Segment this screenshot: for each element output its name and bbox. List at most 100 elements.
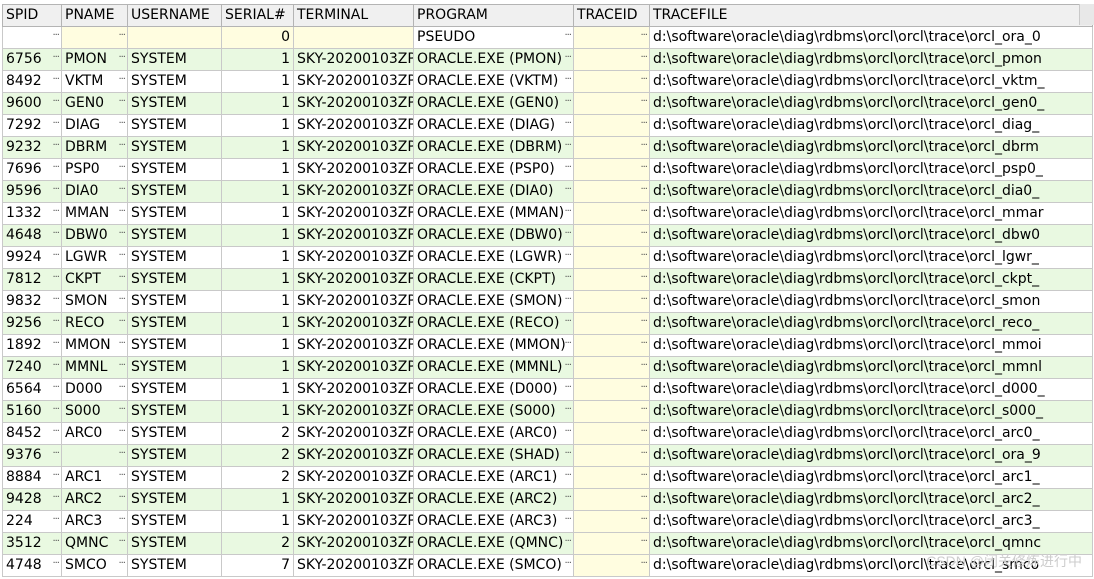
ellipsis-icon[interactable]: ... bbox=[118, 28, 125, 44]
ellipsis-icon[interactable]: ... bbox=[52, 160, 59, 176]
cell-username[interactable]: SYSTEM bbox=[127, 510, 222, 533]
cell-terminal[interactable]: SKY-20200103ZPL bbox=[293, 312, 414, 335]
cell-tracefile[interactable]: d:\software\oracle\diag\rdbms\orcl\orcl\… bbox=[649, 158, 1093, 181]
cell-terminal[interactable]: SKY-20200103ZPL bbox=[293, 532, 414, 555]
cell-terminal[interactable]: SKY-20200103ZPL bbox=[293, 554, 414, 577]
ellipsis-icon[interactable]: ... bbox=[118, 468, 125, 484]
cell-program[interactable]: ORACLE.EXE (MMAN)... bbox=[413, 202, 574, 225]
cell-spid[interactable]: 9832... bbox=[2, 290, 62, 313]
table-row[interactable]: 5160... S000... SYSTEM 1 SKY-20200103ZPL ORAC… bbox=[2, 400, 1093, 423]
cell-tracefile[interactable]: d:\software\oracle\diag\rdbms\orcl\orcl\… bbox=[649, 378, 1093, 401]
ellipsis-icon[interactable]: ... bbox=[118, 72, 125, 88]
ellipsis-icon[interactable]: ... bbox=[118, 248, 125, 264]
cell-program[interactable]: ORACLE.EXE (DBW0)... bbox=[413, 224, 574, 247]
cell-traceid[interactable]: ... bbox=[573, 224, 650, 247]
cell-username[interactable]: SYSTEM bbox=[127, 290, 222, 313]
cell-pname[interactable]: PMON... bbox=[61, 48, 128, 71]
ellipsis-icon[interactable]: ... bbox=[640, 490, 647, 506]
ellipsis-icon[interactable]: ... bbox=[564, 556, 571, 572]
ellipsis-icon[interactable]: ... bbox=[52, 468, 59, 484]
cell-pname[interactable]: ARC1... bbox=[61, 466, 128, 489]
cell-pname[interactable]: ARC3... bbox=[61, 510, 128, 533]
ellipsis-icon[interactable]: ... bbox=[52, 248, 59, 264]
ellipsis-icon[interactable]: ... bbox=[564, 28, 571, 44]
cell-terminal[interactable]: SKY-20200103ZPL bbox=[293, 224, 414, 247]
cell-spid[interactable]: 8492... bbox=[2, 70, 62, 93]
cell-terminal[interactable]: SKY-20200103ZPL bbox=[293, 510, 414, 533]
column-header-serial[interactable]: SERIAL# bbox=[221, 4, 294, 27]
cell-pname[interactable]: GEN0... bbox=[61, 92, 128, 115]
cell-terminal[interactable]: SKY-20200103ZPL bbox=[293, 114, 414, 137]
cell-terminal[interactable]: SKY-20200103ZPL bbox=[293, 70, 414, 93]
cell-spid[interactable]: 9376... bbox=[2, 444, 62, 467]
ellipsis-icon[interactable]: ... bbox=[640, 292, 647, 308]
table-row[interactable]: 9256... RECO... SYSTEM 1 SKY-20200103ZPL ORAC… bbox=[2, 312, 1093, 335]
cell-serial[interactable]: 1 bbox=[221, 334, 294, 357]
column-header-program[interactable]: PROGRAM bbox=[413, 4, 574, 27]
ellipsis-icon[interactable]: ... bbox=[564, 534, 571, 550]
cell-pname[interactable]: ... bbox=[61, 26, 128, 49]
table-row[interactable]: 9232... DBRM... SYSTEM 1 SKY-20200103ZPL ORAC… bbox=[2, 136, 1093, 159]
cell-tracefile[interactable]: d:\software\oracle\diag\rdbms\orcl\orcl\… bbox=[649, 290, 1093, 313]
cell-program[interactable]: ORACLE.EXE (PMON)... bbox=[413, 48, 574, 71]
cell-tracefile[interactable]: d:\software\oracle\diag\rdbms\orcl\orcl\… bbox=[649, 422, 1093, 445]
ellipsis-icon[interactable]: ... bbox=[640, 248, 647, 264]
cell-serial[interactable]: 1 bbox=[221, 488, 294, 511]
cell-program[interactable]: ORACLE.EXE (ARC2)... bbox=[413, 488, 574, 511]
ellipsis-icon[interactable]: ... bbox=[52, 534, 59, 550]
cell-program[interactable]: ORACLE.EXE (DIA0)... bbox=[413, 180, 574, 203]
ellipsis-icon[interactable]: ... bbox=[640, 72, 647, 88]
cell-traceid[interactable]: ... bbox=[573, 48, 650, 71]
cell-username[interactable]: SYSTEM bbox=[127, 554, 222, 577]
cell-tracefile[interactable]: d:\software\oracle\diag\rdbms\orcl\orcl\… bbox=[649, 554, 1093, 577]
cell-traceid[interactable]: ... bbox=[573, 334, 650, 357]
table-row[interactable]: 7292... DIAG... SYSTEM 1 SKY-20200103ZPL ORAC… bbox=[2, 114, 1093, 137]
ellipsis-icon[interactable]: ... bbox=[640, 314, 647, 330]
cell-terminal[interactable]: SKY-20200103ZPL bbox=[293, 400, 414, 423]
ellipsis-icon[interactable]: ... bbox=[52, 490, 59, 506]
cell-username[interactable]: SYSTEM bbox=[127, 92, 222, 115]
ellipsis-icon[interactable]: ... bbox=[564, 314, 571, 330]
cell-traceid[interactable]: ... bbox=[573, 312, 650, 335]
cell-serial[interactable]: 1 bbox=[221, 290, 294, 313]
table-row[interactable]: 7240... MMNL... SYSTEM 1 SKY-20200103ZPL ORAC… bbox=[2, 356, 1093, 379]
table-row[interactable]: 9600... GEN0... SYSTEM 1 SKY-20200103ZPL ORAC… bbox=[2, 92, 1093, 115]
cell-username[interactable]: SYSTEM bbox=[127, 246, 222, 269]
cell-traceid[interactable]: ... bbox=[573, 26, 650, 49]
table-row[interactable]: 3512... QMNC... SYSTEM 2 SKY-20200103ZPL ORAC… bbox=[2, 532, 1093, 555]
cell-username[interactable]: SYSTEM bbox=[127, 488, 222, 511]
ellipsis-icon[interactable]: ... bbox=[564, 336, 571, 352]
table-row[interactable]: 6756... PMON... SYSTEM 1 SKY-20200103ZPL ORAC… bbox=[2, 48, 1093, 71]
cell-username[interactable]: SYSTEM bbox=[127, 356, 222, 379]
ellipsis-icon[interactable]: ... bbox=[52, 512, 59, 528]
cell-terminal[interactable]: SKY-20200103ZPL bbox=[293, 378, 414, 401]
cell-username[interactable]: SYSTEM bbox=[127, 268, 222, 291]
ellipsis-icon[interactable]: ... bbox=[640, 270, 647, 286]
cell-spid[interactable]: 7696... bbox=[2, 158, 62, 181]
cell-username[interactable]: SYSTEM bbox=[127, 422, 222, 445]
cell-spid[interactable]: 1332... bbox=[2, 202, 62, 225]
cell-spid[interactable]: 8884... bbox=[2, 466, 62, 489]
cell-terminal[interactable]: SKY-20200103ZPL bbox=[293, 422, 414, 445]
cell-spid[interactable]: ... bbox=[2, 26, 62, 49]
cell-program[interactable]: ORACLE.EXE (PSP0)... bbox=[413, 158, 574, 181]
cell-username[interactable]: SYSTEM bbox=[127, 466, 222, 489]
ellipsis-icon[interactable]: ... bbox=[118, 402, 125, 418]
cell-spid[interactable]: 1892... bbox=[2, 334, 62, 357]
ellipsis-icon[interactable]: ... bbox=[52, 314, 59, 330]
cell-program[interactable]: ORACLE.EXE (RECO)... bbox=[413, 312, 574, 335]
cell-tracefile[interactable]: d:\software\oracle\diag\rdbms\orcl\orcl\… bbox=[649, 48, 1093, 71]
ellipsis-icon[interactable]: ... bbox=[118, 534, 125, 550]
ellipsis-icon[interactable]: ... bbox=[564, 270, 571, 286]
cell-traceid[interactable]: ... bbox=[573, 378, 650, 401]
cell-pname[interactable]: ARC2... bbox=[61, 488, 128, 511]
cell-tracefile[interactable]: d:\software\oracle\diag\rdbms\orcl\orcl\… bbox=[649, 114, 1093, 137]
cell-pname[interactable]: SMON... bbox=[61, 290, 128, 313]
table-row[interactable]: 8492... VKTM... SYSTEM 1 SKY-20200103ZPL ORAC… bbox=[2, 70, 1093, 93]
cell-terminal[interactable]: SKY-20200103ZPL bbox=[293, 202, 414, 225]
cell-pname[interactable]: DBRM... bbox=[61, 136, 128, 159]
cell-tracefile[interactable]: d:\software\oracle\diag\rdbms\orcl\orcl\… bbox=[649, 532, 1093, 555]
ellipsis-icon[interactable]: ... bbox=[640, 402, 647, 418]
cell-tracefile[interactable]: d:\software\oracle\diag\rdbms\orcl\orcl\… bbox=[649, 444, 1093, 467]
table-row[interactable]: 4648... DBW0... SYSTEM 1 SKY-20200103ZPL ORAC… bbox=[2, 224, 1093, 247]
